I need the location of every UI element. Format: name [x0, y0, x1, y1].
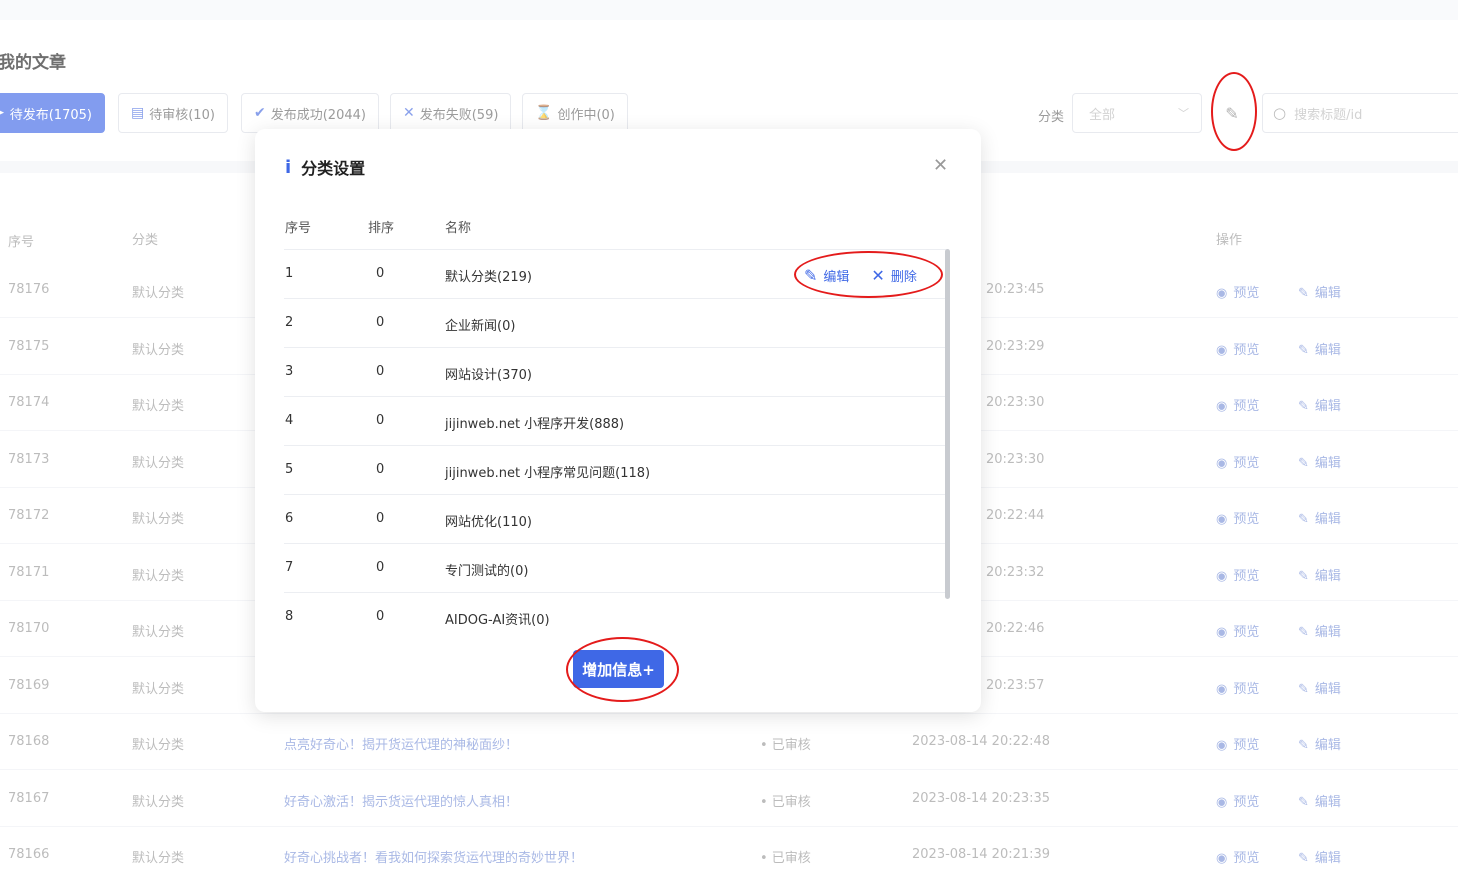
category-row: 5 0 jijinweb.net 小程序常见问题(118) — [284, 445, 946, 494]
category-row: 2 0 企业新闻(0) — [284, 298, 946, 347]
category-sort: 0 — [376, 560, 385, 575]
category-row: 7 0 专门测试的(0) — [284, 543, 946, 592]
highlight-circle-settings — [1211, 72, 1257, 151]
category-no: 8 — [285, 609, 294, 624]
category-row: 8 0 AIDOG-AI资讯(0) — [284, 592, 946, 631]
category-no: 6 — [285, 511, 294, 526]
category-name: 企业新闻(0) — [445, 319, 516, 334]
modal-header-sort: 排序 — [368, 221, 395, 236]
category-sort: 0 — [376, 364, 385, 379]
info-icon: i — [285, 156, 292, 178]
category-name: 网站设计(370) — [445, 368, 532, 383]
category-sort: 0 — [376, 511, 385, 526]
category-name: 默认分类(219) — [445, 270, 532, 285]
category-no: 5 — [285, 462, 294, 477]
category-sort: 0 — [376, 266, 385, 281]
category-no: 1 — [285, 266, 294, 281]
modal-header-name: 名称 — [445, 221, 472, 236]
category-sort: 0 — [376, 315, 385, 330]
category-row: 6 0 网站优化(110) — [284, 494, 946, 543]
category-name: jijinweb.net 小程序开发(888) — [445, 417, 625, 432]
category-sort: 0 — [376, 462, 385, 477]
category-name: 网站优化(110) — [445, 515, 532, 530]
modal-title-text: 分类设置 — [301, 159, 366, 178]
category-no: 7 — [285, 560, 294, 575]
category-row: 3 0 网站设计(370) — [284, 347, 946, 396]
category-name: 专门测试的(0) — [445, 564, 529, 579]
modal-title: i 分类设置 — [285, 155, 365, 179]
category-name: jijinweb.net 小程序常见问题(118) — [445, 466, 651, 481]
category-row: 4 0 jijinweb.net 小程序开发(888) — [284, 396, 946, 445]
category-sort: 0 — [376, 609, 385, 624]
category-list-scrollbar[interactable] — [945, 249, 950, 599]
category-list[interactable]: 1 0 默认分类(219) ✎ 编辑 ✕ 删除 2 0 企业新闻(0) 3 0 网站设计(370) 4 0 j… — [284, 249, 951, 631]
category-no: 4 — [285, 413, 294, 428]
category-no: 3 — [285, 364, 294, 379]
highlight-circle-row-actions — [794, 251, 943, 298]
category-sort: 0 — [376, 413, 385, 428]
category-settings-modal: i 分类设置 ✕ 序号 排序 名称 1 0 默认分类(219) ✎ 编辑 ✕ 删除 2 0 企业新… — [255, 129, 981, 712]
category-name: AIDOG-AI资讯(0) — [445, 613, 550, 628]
modal-header-no: 序号 — [285, 221, 312, 236]
modal-close-button[interactable]: ✕ — [933, 155, 948, 176]
category-no: 2 — [285, 315, 294, 330]
highlight-circle-add-button — [566, 637, 679, 702]
